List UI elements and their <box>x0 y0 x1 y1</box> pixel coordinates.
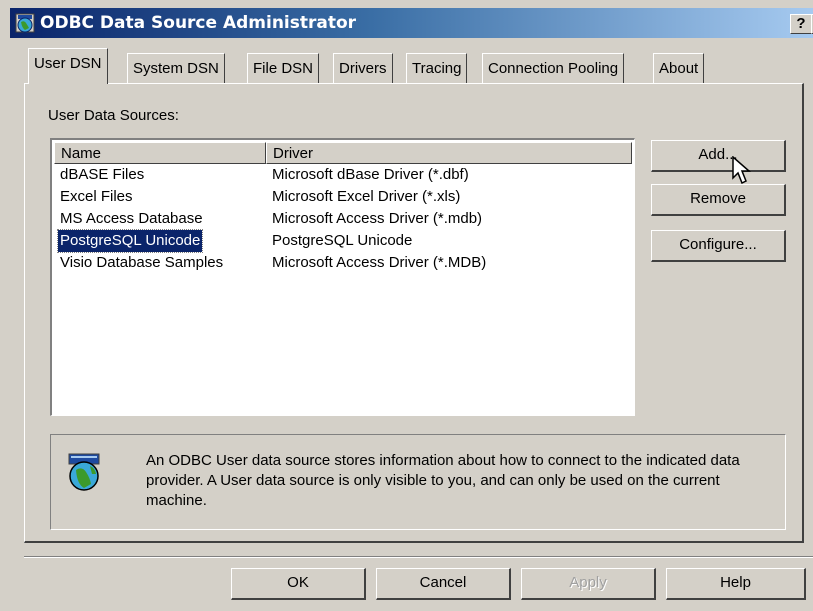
mouse-pointer-icon <box>732 156 751 185</box>
help-button[interactable]: Help <box>666 568 806 600</box>
dsn-name: MS Access Database <box>60 210 203 227</box>
list-item[interactable]: MS Access Database Microsoft Access Driv… <box>54 208 629 230</box>
list-item[interactable]: dBASE Files Microsoft dBase Driver (*.db… <box>54 164 629 186</box>
title-bar[interactable]: ODBC Data Source Administrator ? × <box>10 8 813 38</box>
odbc-dialog: ODBC Data Source Administrator ? × User … <box>0 0 813 611</box>
separator <box>24 556 813 558</box>
column-header-driver[interactable]: Driver <box>266 142 632 164</box>
dsn-name: dBASE Files <box>60 166 145 183</box>
ok-button[interactable]: OK <box>231 568 366 600</box>
help-caption-button[interactable]: ? <box>790 14 812 34</box>
dsn-driver: Microsoft dBase Driver (*.dbf) <box>272 166 469 183</box>
tab-connection-pooling[interactable]: Connection Pooling <box>482 53 625 83</box>
info-description: An ODBC User data source stores informat… <box>146 452 740 509</box>
tab-file-dsn[interactable]: File DSN <box>247 53 320 83</box>
dsn-driver: Microsoft Access Driver (*.MDB) <box>272 254 487 271</box>
column-header-name[interactable]: Name <box>54 142 266 164</box>
tab-drivers[interactable]: Drivers <box>333 53 393 83</box>
cancel-button[interactable]: Cancel <box>376 568 511 600</box>
dsn-driver: PostgreSQL Unicode <box>272 232 413 249</box>
tab-tracing[interactable]: Tracing <box>406 53 468 83</box>
dsn-name: PostgreSQL Unicode <box>56 229 204 253</box>
apply-button[interactable]: Apply <box>521 568 656 600</box>
odbc-globe-icon <box>15 13 35 33</box>
odbc-globe-icon <box>68 453 100 491</box>
list-item-selected[interactable]: PostgreSQL Unicode PostgreSQL Unicode <box>54 229 629 253</box>
tab-about[interactable]: About <box>653 53 705 83</box>
list-item[interactable]: Visio Database Samples Microsoft Access … <box>54 252 629 274</box>
dsn-name: Excel Files <box>60 188 133 205</box>
user-data-sources-label: User Data Sources: <box>48 107 179 124</box>
window-title: ODBC Data Source Administrator <box>40 13 357 33</box>
tab-system-dsn[interactable]: System DSN <box>127 53 225 83</box>
user-data-sources-list[interactable]: Name Driver dBASE Files Microsoft dBase … <box>50 138 635 416</box>
configure-button[interactable]: Configure... <box>651 230 786 262</box>
dsn-driver: Microsoft Access Driver (*.mdb) <box>272 210 483 227</box>
list-item[interactable]: Excel Files Microsoft Excel Driver (*.xl… <box>54 186 629 208</box>
add-button[interactable]: Add... <box>651 140 786 172</box>
dsn-name: Visio Database Samples <box>60 254 224 271</box>
dsn-driver: Microsoft Excel Driver (*.xls) <box>272 188 461 205</box>
tab-user-dsn[interactable]: User DSN <box>28 48 108 84</box>
remove-button[interactable]: Remove <box>651 184 786 216</box>
